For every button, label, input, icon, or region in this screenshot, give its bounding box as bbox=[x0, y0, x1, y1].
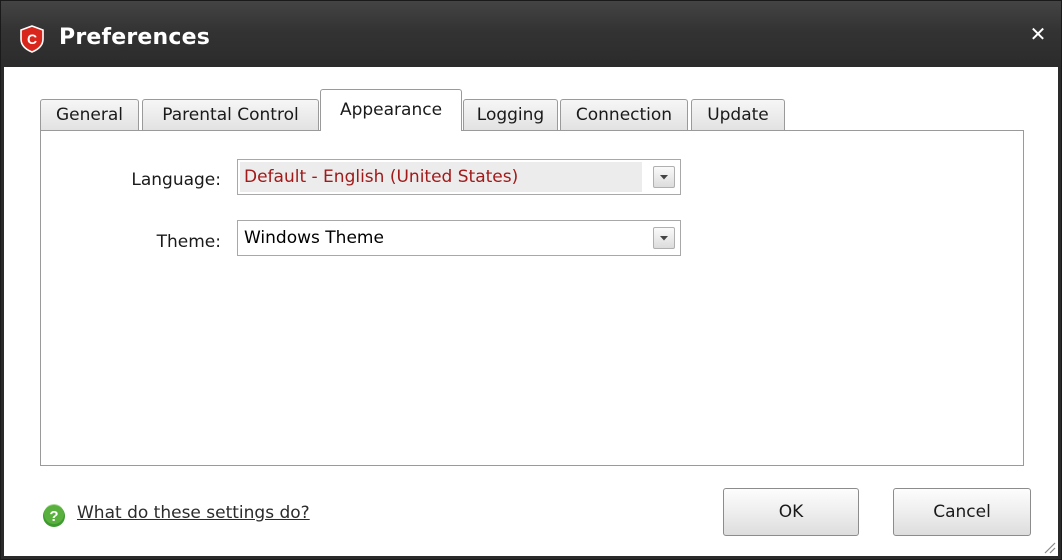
question-mark-icon: ? bbox=[43, 504, 65, 527]
language-select[interactable]: Default - English (United States) bbox=[237, 159, 681, 195]
theme-label: Theme: bbox=[156, 232, 221, 252]
theme-value: Windows Theme bbox=[244, 228, 384, 248]
resize-grip-icon[interactable] bbox=[1040, 538, 1056, 554]
language-value: Default - English (United States) bbox=[244, 167, 519, 187]
chevron-down-icon bbox=[660, 236, 668, 241]
dialog-body: General Parental Control Appearance Logg… bbox=[4, 67, 1058, 556]
title-bar[interactable]: C Preferences ✕ bbox=[1, 1, 1061, 67]
tab-update[interactable]: Update bbox=[691, 99, 785, 130]
tab-bar: General Parental Control Appearance Logg… bbox=[40, 89, 840, 131]
theme-dropdown-button[interactable] bbox=[653, 227, 675, 249]
cancel-button[interactable]: Cancel bbox=[893, 488, 1031, 536]
tab-connection[interactable]: Connection bbox=[560, 99, 688, 130]
comodo-c-logo-icon: C bbox=[20, 25, 44, 53]
chevron-down-icon bbox=[660, 175, 668, 180]
close-button[interactable]: ✕ bbox=[1027, 23, 1049, 45]
svg-text:?: ? bbox=[49, 508, 58, 525]
window-title: Preferences bbox=[59, 25, 211, 50]
tab-logging[interactable]: Logging bbox=[463, 99, 558, 130]
theme-select[interactable]: Windows Theme bbox=[237, 220, 681, 256]
close-icon: ✕ bbox=[1029, 22, 1047, 46]
ok-button[interactable]: OK bbox=[723, 488, 859, 536]
tab-general[interactable]: General bbox=[40, 99, 139, 130]
language-dropdown-button[interactable] bbox=[653, 166, 675, 188]
preferences-window: C Preferences ✕ General Parental Control… bbox=[0, 0, 1062, 560]
svg-text:C: C bbox=[27, 31, 37, 47]
tab-appearance[interactable]: Appearance bbox=[320, 89, 462, 131]
appearance-panel: Language: Default - English (United Stat… bbox=[40, 130, 1024, 466]
help-link[interactable]: What do these settings do? bbox=[77, 503, 310, 523]
language-label: Language: bbox=[131, 170, 221, 190]
tab-parental-control[interactable]: Parental Control bbox=[142, 99, 319, 130]
